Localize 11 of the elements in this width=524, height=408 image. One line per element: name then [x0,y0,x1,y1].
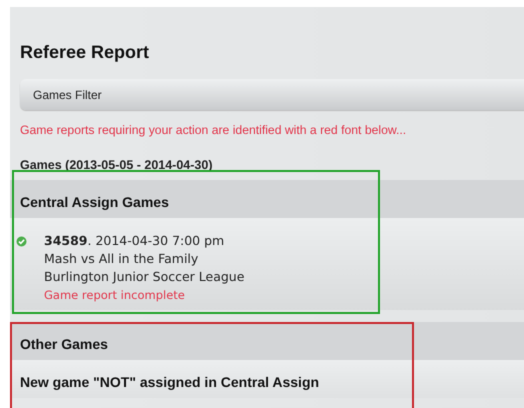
game-number-and-time: 34589. 2014-04-30 7:00 pm [44,232,224,250]
games-date-range-heading: Games (2013-05-05 - 2014-04-30) [19,157,212,172]
games-filter-bar[interactable]: Games Filter [20,79,524,110]
game-teams: Mash vs All in the Family [44,250,198,268]
game-league: Burlington Junior Soccer League [44,268,244,286]
action-notice: Game reports requiring your action are identified with a red font below... [19,122,406,137]
section-heading: Other Games [10,322,524,360]
subsection-heading: New game "NOT" assigned in Central Assign [10,360,524,398]
game-status: Game report incomplete [44,287,185,304]
page-title: Referee Report [19,41,150,64]
section-heading: Central Assign Games [10,180,524,218]
